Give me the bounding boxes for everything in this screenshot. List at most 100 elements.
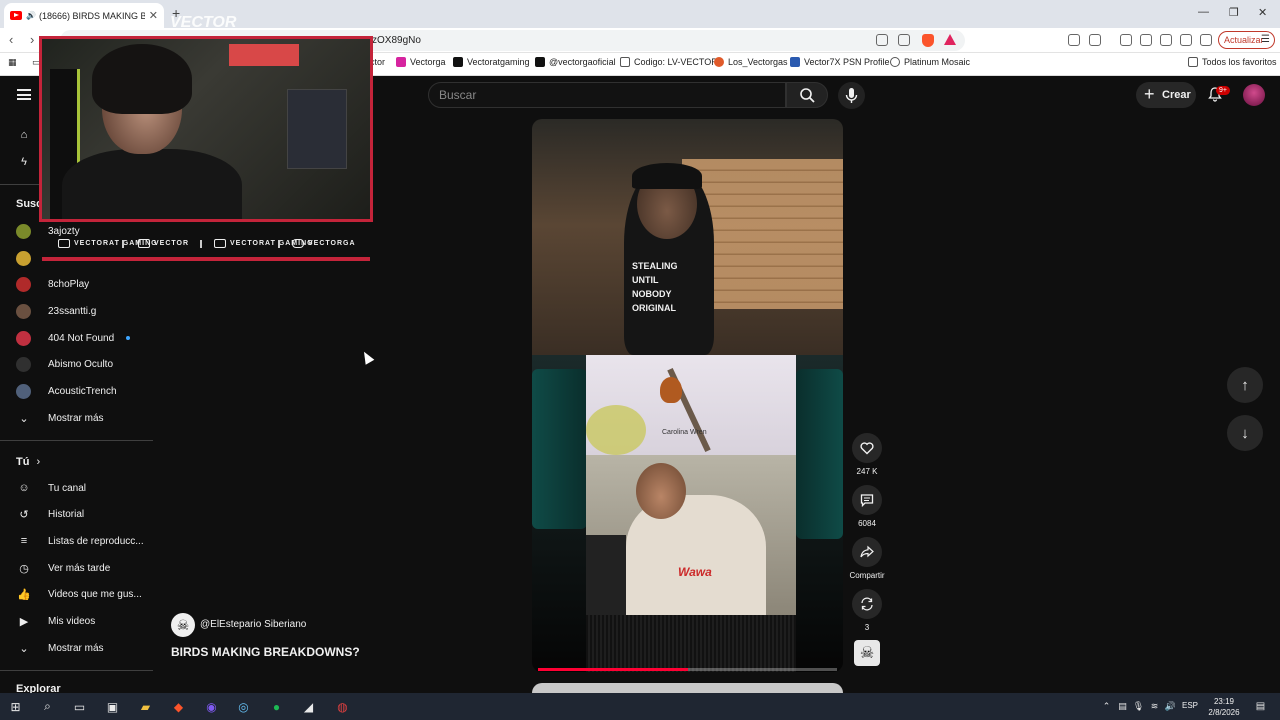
leo-ai-icon[interactable] <box>1180 34 1192 46</box>
sidebar-channel[interactable]: Abismo Oculto <box>0 351 150 377</box>
video-icon: ▶ <box>19 615 29 628</box>
bookmark-label: @vectorgaoficial <box>549 57 616 67</box>
volume-icon[interactable]: 🔊 <box>1162 698 1179 715</box>
bookmark-item[interactable]: Codigo: LV-VECTOR <box>620 57 718 67</box>
short-video-player[interactable]: STEALING UNTIL NOBODY ORIGINAL Carolina … <box>532 119 843 672</box>
streaming-app-icon[interactable]: ◢ <box>300 698 317 715</box>
wallet-icon[interactable] <box>1160 34 1172 46</box>
document-icon <box>620 57 630 67</box>
forward-arrow-icon[interactable]: › <box>30 32 34 47</box>
guitarist-shirt-text: Wawa <box>678 565 712 579</box>
sidebar-channel[interactable]: 23ssantti.g <box>0 298 150 324</box>
apps-grid-icon[interactable]: ▦ <box>8 57 17 68</box>
globe-icon <box>890 57 900 67</box>
sidebar-item-label: Videos que me gus... <box>48 588 142 600</box>
hamburger-menu-icon[interactable] <box>17 89 31 100</box>
sidebar-item-my-videos[interactable]: ▶ Mis videos <box>0 608 150 634</box>
bookmark-item[interactable]: Los_Vectorgas <box>714 57 788 67</box>
channel-avatar[interactable]: ☠ <box>171 613 195 637</box>
channel-handle[interactable]: @ElEstepario Siberiano <box>200 619 306 630</box>
search-input[interactable]: Buscar <box>428 82 786 108</box>
sidebar-divider <box>0 440 153 441</box>
show-more-you[interactable]: ⌄ Mostrar más <box>0 635 150 661</box>
next-short-preview[interactable] <box>532 683 843 693</box>
back-arrow-icon[interactable]: ‹ <box>9 32 13 47</box>
language-indicator[interactable]: ESP <box>1182 701 1198 710</box>
show-more-subscriptions[interactable]: ⌄ Mostrar más <box>0 405 150 431</box>
shirt-line: NOBODY <box>632 289 672 299</box>
brave-shields-icon[interactable] <box>922 34 934 47</box>
restore-window-button[interactable]: ❐ <box>1229 6 1239 19</box>
sidebar-channel[interactable]: 8choPlay <box>0 271 150 297</box>
browser-tab-youtube[interactable]: 🔊 (18666) BIRDS MAKING BREAKDOWNS? ✕ <box>4 3 164 28</box>
share-page-icon[interactable] <box>898 34 910 46</box>
brave-browser-icon[interactable]: ◆ <box>170 698 187 715</box>
all-bookmarks-item[interactable]: Todos los favoritos <box>1188 57 1277 67</box>
home-icon: ⌂ <box>20 129 28 141</box>
brave-rewards-icon[interactable] <box>944 34 956 45</box>
sound-channel-thumbnail[interactable]: ☠ <box>854 640 880 666</box>
spotify-icon[interactable]: ● <box>268 698 285 715</box>
sidebar-item-watch-later[interactable]: ◷ Ver más tarde <box>0 555 150 581</box>
app-icon[interactable]: ▣ <box>104 698 121 715</box>
create-button[interactable]: Crear <box>1136 81 1196 108</box>
share-icon <box>860 545 874 558</box>
voice-search-button[interactable] <box>838 82 865 109</box>
steam-icon[interactable]: ◎ <box>235 698 252 715</box>
bookmark-item[interactable]: Vectorga <box>396 57 446 67</box>
media-icon[interactable] <box>1120 34 1132 46</box>
close-window-button[interactable]: ✕ <box>1258 6 1267 19</box>
sidebar-channel[interactable]: 404 Not Found <box>0 325 150 351</box>
microphone-icon[interactable]: 🎙 <box>1130 698 1147 715</box>
extensions-icon[interactable] <box>1068 34 1080 46</box>
notification-center-icon[interactable]: ▤ <box>1252 698 1269 715</box>
remix-button[interactable] <box>852 589 882 619</box>
channel-label: 404 Not Found <box>48 332 115 344</box>
close-tab-icon[interactable]: ✕ <box>149 9 158 22</box>
bookmark-item[interactable]: @vectorgaoficial <box>535 57 616 67</box>
sidebar-item-history[interactable]: ↺ Historial <box>0 501 150 527</box>
network-icon[interactable]: ▤ <box>1114 698 1131 715</box>
tab-search-icon[interactable] <box>1089 34 1101 46</box>
chevron-down-icon: ⌄ <box>19 642 29 655</box>
sidebar-item-your-channel[interactable]: ☺ Tu canal <box>0 475 150 501</box>
next-short-button[interactable]: ↓ <box>1227 415 1263 451</box>
windows-start-icon[interactable]: ⊞ <box>7 698 24 715</box>
streamer-hair <box>92 44 192 114</box>
sidebar-channel[interactable]: AcousticTrench <box>0 378 150 404</box>
shirt-line: UNTIL <box>632 275 659 285</box>
sidebar-item-playlists[interactable]: ≡ Listas de reproducc... <box>0 528 150 554</box>
sidebar-item-liked-videos[interactable]: 👍 Videos que me gus... <box>0 581 150 607</box>
search-button[interactable] <box>786 82 828 108</box>
cast-icon[interactable] <box>876 34 888 46</box>
system-clock[interactable]: 23:19 2/8/2026 <box>1204 696 1244 718</box>
bookmark-item[interactable]: Platinum Mosaic <box>890 57 970 67</box>
remix-count: 3 <box>864 623 870 632</box>
search-icon[interactable]: ⌕ <box>39 698 56 715</box>
wifi-icon[interactable]: ≋ <box>1146 698 1163 715</box>
social-separator <box>200 240 202 248</box>
minimize-window-button[interactable]: — <box>1198 6 1209 18</box>
bookmark-item[interactable]: Vectoratgaming <box>453 57 530 67</box>
discord-icon[interactable]: ◉ <box>203 698 220 715</box>
bird-caption: Carolina Wren <box>662 429 707 436</box>
show-more-label: Mostrar más <box>48 412 104 424</box>
comments-button[interactable] <box>852 485 882 515</box>
user-icon: ☺ <box>18 482 30 494</box>
sidebar-panel-icon[interactable] <box>1140 34 1152 46</box>
file-explorer-icon[interactable]: ▰ <box>137 698 154 715</box>
chevron-up-icon[interactable]: ⌃ <box>1098 698 1115 715</box>
video-progress-bar[interactable] <box>538 668 837 671</box>
previous-short-button[interactable]: ↑ <box>1227 367 1263 403</box>
update-button[interactable]: Actualizar <box>1218 31 1275 49</box>
channel-label: 8choPlay <box>48 278 90 290</box>
obs-icon[interactable]: ◍ <box>334 698 351 715</box>
task-view-icon[interactable]: ▭ <box>71 698 88 715</box>
bookmark-item[interactable]: Vector7X PSN Profile <box>790 57 890 67</box>
vpn-icon[interactable] <box>1200 34 1212 46</box>
instagram-icon <box>396 57 406 67</box>
share-button[interactable] <box>852 537 882 567</box>
like-button[interactable] <box>852 433 882 463</box>
account-avatar[interactable] <box>1243 84 1265 106</box>
you-heading[interactable]: Tú › <box>16 456 40 468</box>
